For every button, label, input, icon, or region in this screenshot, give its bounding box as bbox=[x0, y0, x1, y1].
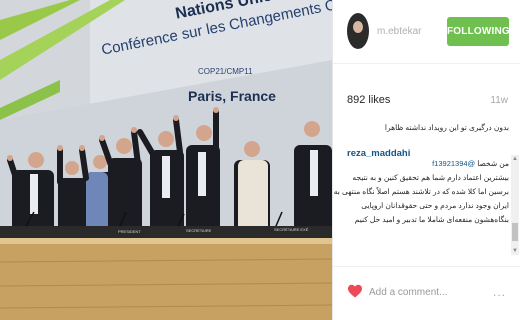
instagram-post-view: Nations Unies Conférence sur les Changem… bbox=[0, 0, 520, 320]
post-photo[interactable]: Nations Unies Conférence sur les Changem… bbox=[0, 0, 332, 320]
comment-text-line: ایران وجود ندارد مردم و حتی حقوقدانان ار… bbox=[361, 201, 509, 210]
comment-username-link[interactable]: reza_maddahi bbox=[347, 148, 410, 160]
photo-banner: Nations Unies Conférence sur les Changem… bbox=[70, 0, 332, 120]
comment-text-line: بدون درگیری تو این رویداد نداشته ظاهرا bbox=[384, 123, 509, 132]
comment-text-line: بیشترین اعتماد دارم شما هم تحقیق کنین و … bbox=[352, 173, 509, 182]
comment-text-part: من شخصا bbox=[477, 159, 509, 168]
banner-line-4: Paris, France bbox=[188, 88, 276, 104]
comments-scrollbar[interactable]: ▲ ▼ bbox=[511, 155, 519, 255]
comment-text-line: بنگاه‌هشون منفعه‌ای شاملا ما تدبیر و امی… bbox=[354, 215, 509, 224]
add-comment-input[interactable] bbox=[369, 283, 489, 301]
likes-count[interactable]: 892 likes bbox=[347, 94, 390, 106]
comment-text-line: من شخصا @f13921394 bbox=[432, 158, 509, 170]
desk-label-secretaire-exec: SECRÉTAIRE EXÉ bbox=[274, 227, 309, 232]
banner-line-3: COP21/CMP11 bbox=[198, 67, 253, 76]
desk-label-president: PRESIDENT bbox=[118, 229, 141, 234]
username-link[interactable]: m.ebtekar bbox=[377, 26, 421, 37]
post-footer: ... bbox=[333, 266, 520, 320]
heart-icon[interactable] bbox=[347, 283, 363, 299]
scroll-down-icon[interactable]: ▼ bbox=[511, 247, 519, 255]
scroll-up-icon[interactable]: ▲ bbox=[511, 155, 519, 163]
post-side-panel: m.ebtekar FOLLOWING 892 likes 11w بدون د… bbox=[332, 0, 520, 320]
following-button[interactable]: FOLLOWING bbox=[447, 17, 510, 46]
comment-mention-link[interactable]: @f13921394 bbox=[432, 159, 475, 168]
post-time: 11w bbox=[490, 95, 508, 106]
comment-text-line: برسین اما کلا شده که در تلاشند هستم اصلا… bbox=[333, 187, 509, 196]
scrollbar-thumb[interactable] bbox=[512, 223, 518, 241]
desk-label-secretaire: SECRETAIRE bbox=[186, 228, 212, 233]
avatar[interactable] bbox=[347, 13, 369, 49]
more-options-icon[interactable]: ... bbox=[493, 285, 506, 299]
post-header: m.ebtekar FOLLOWING bbox=[333, 0, 520, 64]
